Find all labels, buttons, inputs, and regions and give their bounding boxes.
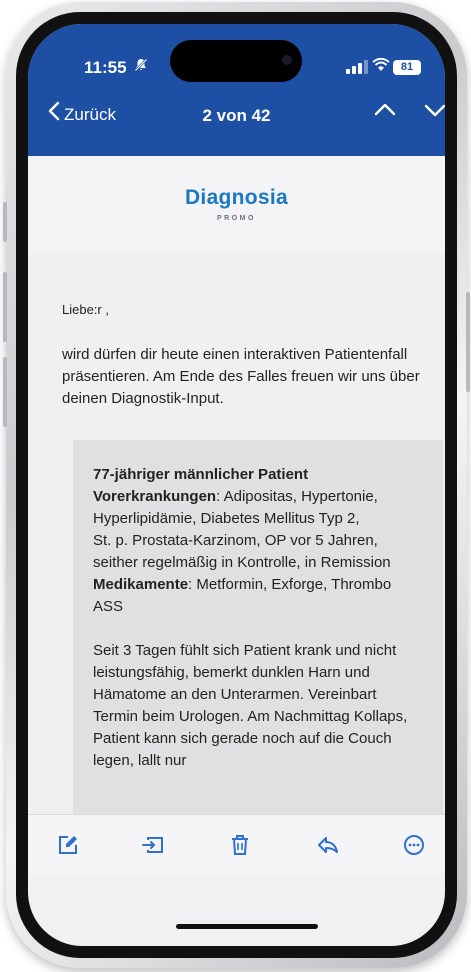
next-message-button[interactable]: [423, 98, 445, 129]
power-button: [466, 292, 470, 392]
chevron-down-icon: [424, 104, 445, 117]
delete-button[interactable]: [224, 829, 256, 861]
bell-muted-icon: [134, 58, 148, 75]
mail-greeting: Liebe:r ,: [62, 302, 109, 317]
volume-down-button: [3, 357, 7, 427]
case-history: St. p. Prostata-Karzinom, OP vor 5 Jahre…: [93, 532, 391, 571]
dynamic-island: [170, 40, 302, 82]
mail-intro: wird dürfen dir heute einen interaktiven…: [62, 346, 420, 407]
case-box: 77-jähriger männlicher Patient Vorerkran…: [73, 440, 443, 814]
brand-logo: Diagnosia: [184, 186, 289, 209]
volume-up-button: [3, 272, 7, 342]
status-time: 11:55: [84, 58, 127, 77]
screen: 11:55 81 Zurück 2 von 42 Diagnosia PROMO…: [28, 24, 445, 946]
home-indicator[interactable]: [176, 924, 318, 929]
more-icon: [404, 835, 424, 855]
compose-button[interactable]: [52, 829, 84, 861]
mute-switch: [3, 202, 7, 242]
wifi-icon: [372, 57, 390, 76]
mail-navbar: Zurück 2 von 42: [28, 101, 445, 138]
reply-icon: [318, 837, 338, 853]
back-button[interactable]: Zurück: [48, 101, 116, 125]
more-button[interactable]: [398, 829, 430, 861]
brand-header: Diagnosia PROMO: [28, 156, 445, 252]
mail-header: 11:55 81 Zurück 2 von 42: [28, 24, 445, 156]
phone-frame: 11:55 81 Zurück 2 von 42 Diagnosia PROMO…: [3, 2, 470, 968]
chevron-up-icon: [374, 103, 396, 116]
move-to-folder-icon: [142, 837, 163, 853]
previous-message-button[interactable]: [373, 98, 397, 129]
brand-subtitle: PROMO: [217, 215, 256, 222]
camera-lens: [282, 55, 292, 65]
chevron-left-icon: [48, 101, 60, 125]
case-story: Seit 3 Tagen fühlt sich Patient krank un…: [93, 642, 408, 769]
move-to-folder-button[interactable]: [137, 829, 169, 861]
case-medications: Medikamente: Metformin, Exforge, Thrombo…: [93, 576, 392, 615]
trash-icon: [232, 835, 248, 855]
battery-icon: 81: [393, 60, 421, 75]
case-conditions: Vorerkrankungen: Adipositas, Hypertonie,…: [93, 488, 378, 527]
back-label: Zurück: [64, 104, 116, 124]
mail-body: Liebe:r , wird dürfen dir heute einen in…: [28, 254, 445, 814]
cellular-signal-icon: [346, 60, 368, 77]
bezel: 11:55 81 Zurück 2 von 42 Diagnosia PROMO…: [16, 12, 457, 958]
case-title: 77-jähriger männlicher Patient: [93, 466, 309, 483]
mail-toolbar: [28, 814, 445, 874]
compose-icon: [59, 836, 77, 854]
reply-button[interactable]: [312, 829, 344, 861]
